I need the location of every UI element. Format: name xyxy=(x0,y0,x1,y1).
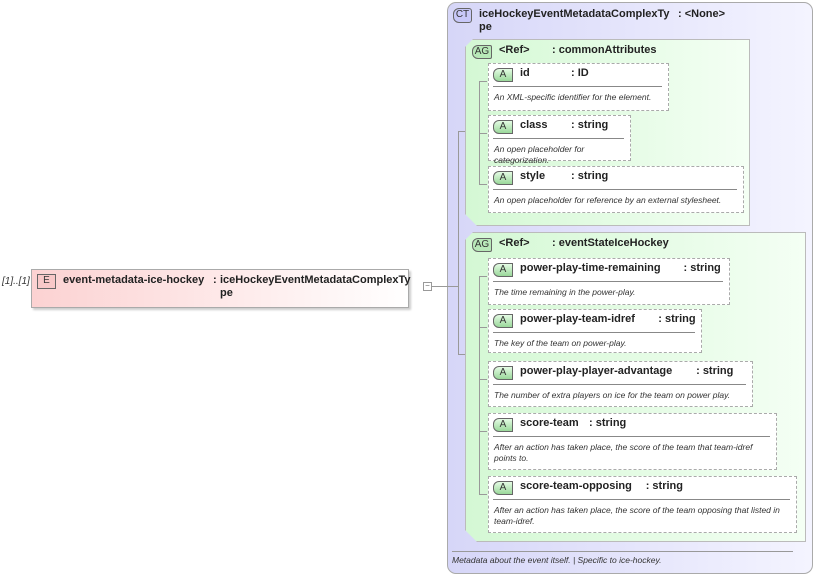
attribute-documentation: An XML-specific identifier for the eleme… xyxy=(494,92,652,102)
attribute-name: score-team-opposing xyxy=(520,480,632,492)
divider xyxy=(452,551,793,552)
divider xyxy=(493,499,790,500)
divider xyxy=(493,281,723,282)
element-type-cont: pe xyxy=(220,287,233,299)
attribute-id[interactable]: A id : ID An XML-specific identifier for… xyxy=(488,63,669,111)
attribute-documentation: An open placeholder for reference by an … xyxy=(494,195,722,205)
attribute-type: : string xyxy=(645,480,683,492)
attribute-class[interactable]: A class : string An open placeholder for… xyxy=(488,115,631,161)
attribute-badge-icon: A xyxy=(493,68,513,82)
attribute-type: : string xyxy=(589,417,627,429)
connector xyxy=(479,431,487,432)
attribute-badge-icon: A xyxy=(493,314,513,328)
attribute-documentation: After an action has taken place, the sco… xyxy=(494,442,753,463)
element-name: event-metadata-ice-hockey xyxy=(63,274,205,286)
attribute-group-ref: <Ref> xyxy=(499,44,530,56)
attribute-type: : string xyxy=(683,262,721,274)
attribute-name: score-team xyxy=(520,417,579,429)
attribute-documentation: The key of the team on power-play. xyxy=(494,338,627,348)
connector xyxy=(432,286,458,287)
complex-type-name-cont: pe xyxy=(479,21,492,33)
attribute-badge-icon: A xyxy=(493,263,513,277)
divider xyxy=(493,384,746,385)
attribute-name: style xyxy=(520,170,546,182)
attribute-style[interactable]: A style : string An open placeholder for… xyxy=(488,166,744,213)
connector xyxy=(479,276,487,277)
attribute-name: power-play-team-idref xyxy=(520,313,635,325)
connector xyxy=(479,276,480,494)
element-sep: : xyxy=(213,274,217,286)
attribute-type: : string xyxy=(696,365,734,377)
attribute-name: class xyxy=(520,119,548,131)
attribute-name: power-play-time-remaining xyxy=(520,262,661,274)
attribute-group: AG <Ref> : commonAttributes A id : ID An… xyxy=(465,39,750,226)
cardinality: [1]..[1] xyxy=(2,276,30,287)
attribute-documentation: After an action has taken place, the sco… xyxy=(494,505,780,526)
element-event-metadata-ice-hockey[interactable]: E event-metadata-ice-hockey : iceHockeyE… xyxy=(31,269,411,308)
connector xyxy=(479,379,487,380)
attribute-type: : string xyxy=(571,119,609,131)
connector xyxy=(458,354,466,355)
connector xyxy=(479,327,487,328)
attribute-power-play-player-advantage[interactable]: A power-play-player-advantage : string T… xyxy=(488,361,753,407)
attribute-power-play-time-remaining[interactable]: A power-play-time-remaining : string The… xyxy=(488,258,730,305)
attribute-score-team-opposing[interactable]: A score-team-opposing : string After an … xyxy=(488,476,797,533)
divider xyxy=(493,86,662,87)
connector xyxy=(479,133,487,134)
divider xyxy=(493,332,695,333)
attribute-type: : ID xyxy=(571,67,589,79)
complex-type-documentation: Metadata about the event itself. | Speci… xyxy=(452,555,662,565)
attribute-badge-icon: A xyxy=(493,481,513,495)
complex-type-base: : <None> xyxy=(678,8,726,20)
connector xyxy=(458,131,466,132)
complex-type-name: iceHockeyEventMetadataComplexTy xyxy=(479,8,670,20)
attribute-documentation: The time remaining in the power-play. xyxy=(494,287,636,297)
attribute-type: : string xyxy=(658,313,696,325)
attribute-group-badge-icon: AG xyxy=(472,45,492,59)
divider xyxy=(493,436,770,437)
attribute-group-badge-icon: AG xyxy=(472,238,492,252)
attribute-group-name: : eventStateIceHockey xyxy=(552,237,669,249)
attribute-group: AG <Ref> : eventStateIceHockey A power-p… xyxy=(465,232,806,542)
connector xyxy=(479,494,487,495)
attribute-badge-icon: A xyxy=(493,171,513,185)
attribute-name: power-play-player-advantage xyxy=(520,365,673,377)
connector xyxy=(458,131,459,354)
attribute-badge-icon: A xyxy=(493,120,513,134)
element-type: iceHockeyEventMetadataComplexTy xyxy=(220,274,411,286)
complex-type-badge-icon: CT xyxy=(453,8,472,23)
attribute-badge-icon: A xyxy=(493,366,513,380)
attribute-group-name: : commonAttributes xyxy=(552,44,657,56)
connector xyxy=(479,81,487,82)
attribute-score-team[interactable]: A score-team : string After an action ha… xyxy=(488,413,777,470)
attribute-type: : string xyxy=(571,170,609,182)
attribute-documentation: An open placeholder for categorization. xyxy=(494,144,585,165)
attribute-name: id xyxy=(520,67,530,79)
divider xyxy=(493,189,737,190)
attribute-power-play-team-idref[interactable]: A power-play-team-idref : string The key… xyxy=(488,309,702,353)
attribute-badge-icon: A xyxy=(493,418,513,432)
attribute-documentation: The number of extra players on ice for t… xyxy=(494,390,731,400)
attribute-group-ref: <Ref> xyxy=(499,237,530,249)
divider xyxy=(493,138,624,139)
connector xyxy=(479,184,487,185)
element-badge-icon: E xyxy=(37,274,56,289)
